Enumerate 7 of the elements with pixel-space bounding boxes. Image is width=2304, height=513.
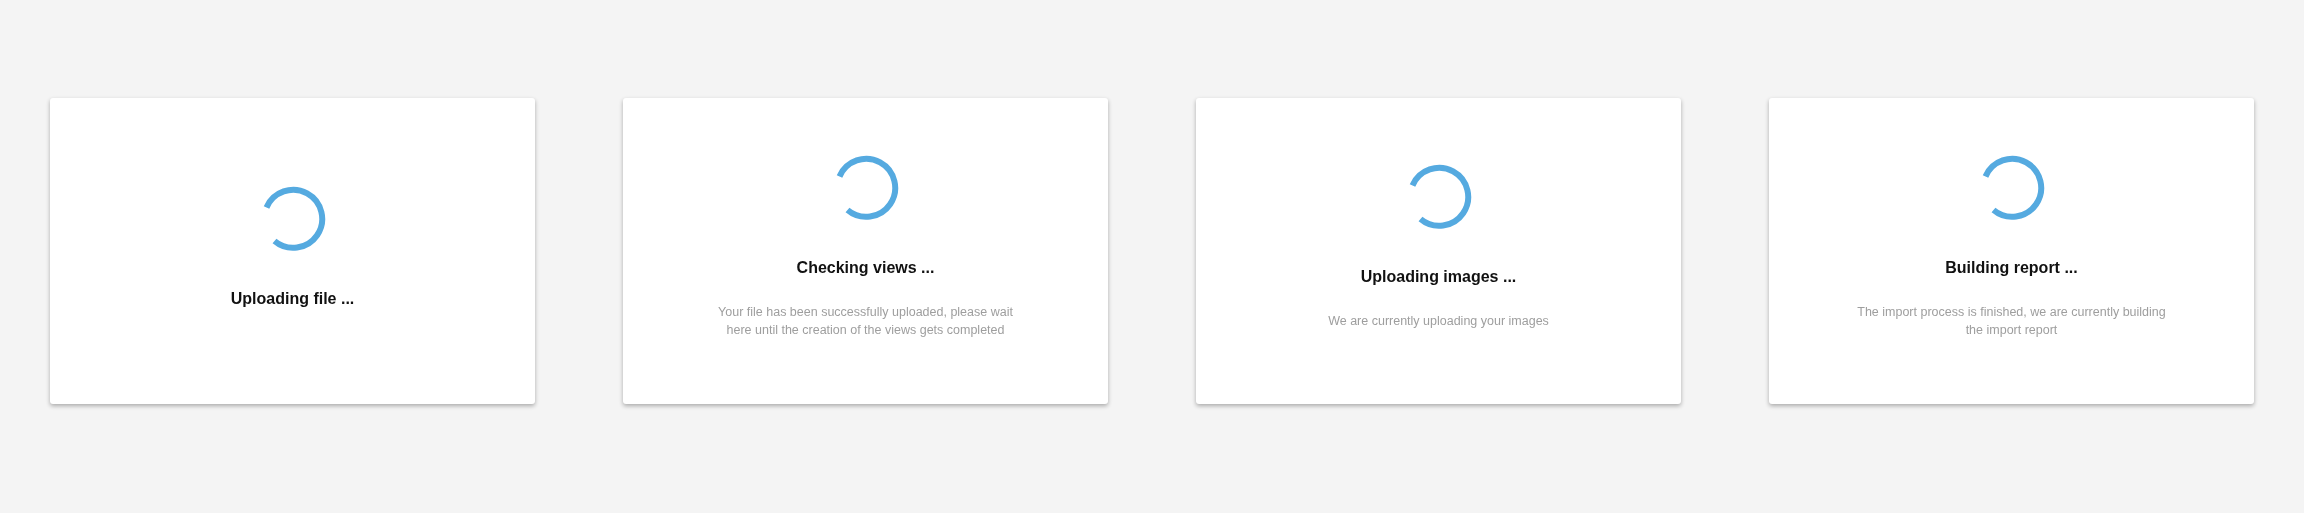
card-title: Uploading file ... — [230, 290, 355, 308]
card-description: We are currently uploading your images — [1328, 313, 1549, 330]
card-description: Your file has been successfully uploaded, please wait here until the creation of the views gets completed — [717, 304, 1014, 339]
card-description: The import process is finished, we are currently building the import report — [1856, 304, 2167, 339]
card-title: Checking views ... — [796, 259, 935, 277]
card-title: Building report ... — [1945, 259, 2078, 277]
card-title: Uploading images ... — [1360, 268, 1517, 286]
